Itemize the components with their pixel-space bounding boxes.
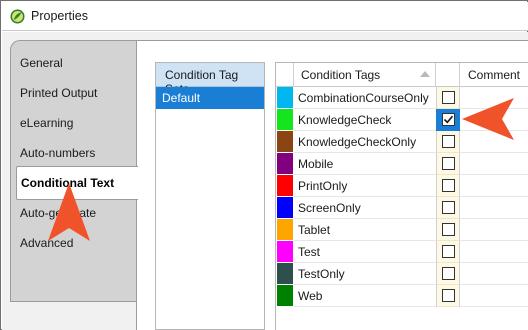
tag-checkbox-cell <box>436 241 460 263</box>
sidebar-item-printed-output[interactable]: Printed Output <box>20 86 97 100</box>
table-row[interactable]: Tablet <box>276 219 528 241</box>
condition-tag-sets-header: Condition Tag Sets <box>156 63 264 96</box>
tag-name-cell[interactable]: KnowledgeCheck <box>294 109 436 131</box>
sidebar-item-elearning[interactable]: eLearning <box>20 116 73 130</box>
tag-checkbox-cell <box>436 131 460 153</box>
tag-color-swatch <box>277 241 293 262</box>
checkbox-unchecked[interactable] <box>442 245 455 258</box>
tag-checkbox-cell <box>436 263 460 285</box>
tag-color-swatch <box>277 175 293 196</box>
comment-cell[interactable] <box>460 219 528 241</box>
tag-name-cell[interactable]: Test <box>294 241 436 263</box>
checkbox-unchecked[interactable] <box>442 201 455 214</box>
table-row[interactable]: Web <box>276 285 528 307</box>
tag-checkbox-cell <box>436 175 460 197</box>
title-bar: Properties <box>2 2 528 31</box>
comment-cell[interactable] <box>460 197 528 219</box>
comment-cell[interactable] <box>460 153 528 175</box>
comment-cell[interactable] <box>460 263 528 285</box>
tag-checkbox-cell <box>436 153 460 175</box>
checkbox-column-header <box>436 63 460 87</box>
table-row[interactable]: TestOnly <box>276 263 528 285</box>
checkbox-checked[interactable] <box>442 113 455 126</box>
tag-checkbox-cell <box>436 87 460 109</box>
comment-cell[interactable] <box>460 241 528 263</box>
condition-tag-sets-list: Condition Tag Sets Default <box>155 62 265 330</box>
tag-name-cell[interactable]: CombinationCourseOnly <box>294 87 436 109</box>
callout-arrow-icon <box>462 98 514 140</box>
comment-cell[interactable] <box>460 175 528 197</box>
tag-set-row-default[interactable]: Default <box>156 87 264 109</box>
tag-checkbox-cell <box>436 197 460 219</box>
condition-tags-column-header[interactable]: Condition Tags <box>294 63 436 87</box>
tag-color-swatch <box>277 285 293 306</box>
tag-color-swatch <box>277 87 293 108</box>
checkbox-unchecked[interactable] <box>442 157 455 170</box>
tag-color-swatch <box>277 153 293 174</box>
tag-name-cell[interactable]: Web <box>294 285 436 307</box>
checkbox-unchecked[interactable] <box>442 135 455 148</box>
color-column-header <box>276 63 294 87</box>
tag-name-cell[interactable]: KnowledgeCheckOnly <box>294 131 436 153</box>
tag-name-cell[interactable]: Mobile <box>294 153 436 175</box>
tag-checkbox-cell <box>436 219 460 241</box>
tag-checkbox-cell <box>436 285 460 307</box>
table-row[interactable]: PrintOnly <box>276 175 528 197</box>
checkbox-unchecked[interactable] <box>442 223 455 236</box>
tag-checkbox-cell <box>436 109 460 131</box>
tag-color-swatch <box>277 197 293 218</box>
tag-color-swatch <box>277 109 293 130</box>
table-row[interactable]: Mobile <box>276 153 528 175</box>
checkbox-unchecked[interactable] <box>442 267 455 280</box>
tag-name-cell[interactable]: PrintOnly <box>294 175 436 197</box>
comment-column-header[interactable]: Comment <box>460 63 528 87</box>
tag-name-cell[interactable]: TestOnly <box>294 263 436 285</box>
sidebar-item-auto-numbers[interactable]: Auto-numbers <box>20 146 95 160</box>
tag-name-cell[interactable]: Tablet <box>294 219 436 241</box>
tag-color-swatch <box>277 263 293 284</box>
table-row[interactable]: ScreenOnly <box>276 197 528 219</box>
callout-arrow-icon <box>48 183 90 241</box>
tag-name-cell[interactable]: ScreenOnly <box>294 197 436 219</box>
app-leaf-icon <box>10 9 25 24</box>
comment-cell[interactable] <box>460 285 528 307</box>
tag-color-swatch <box>277 131 293 152</box>
window-title: Properties <box>31 9 88 23</box>
check-mark-icon <box>443 115 454 124</box>
checkbox-unchecked[interactable] <box>442 91 455 104</box>
checkbox-unchecked[interactable] <box>442 289 455 302</box>
checkbox-unchecked[interactable] <box>442 179 455 192</box>
sort-ascending-icon[interactable] <box>420 71 430 77</box>
table-row[interactable]: Test <box>276 241 528 263</box>
sidebar-item-general[interactable]: General <box>20 56 63 70</box>
tag-color-swatch <box>277 219 293 240</box>
grid-header: Condition Tags Comment <box>276 63 528 87</box>
